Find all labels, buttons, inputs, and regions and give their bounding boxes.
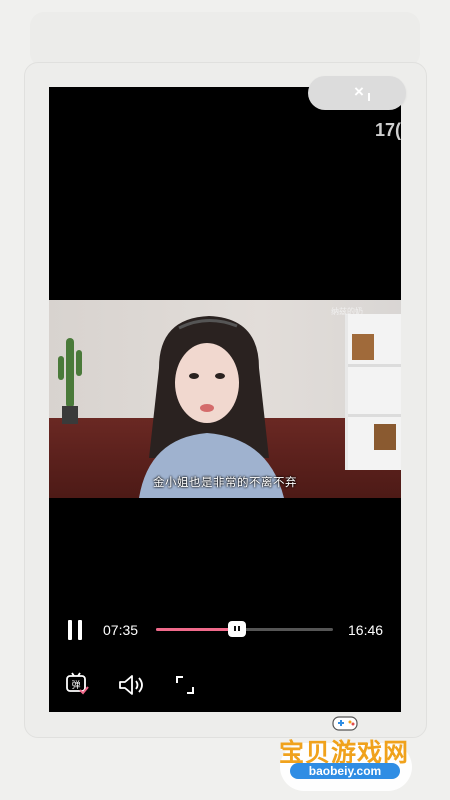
cactus-plant	[58, 338, 82, 424]
progress-fill	[156, 628, 237, 631]
video-frame[interactable]: 纳兹的奶 金小姐也是非常的不离不弃	[49, 300, 401, 498]
background-card-ghost	[30, 12, 420, 67]
danmaku-label: 弹	[71, 679, 80, 691]
uploader-watermark: 纳兹的奶	[331, 307, 363, 316]
video-subtitle: 金小姐也是非常的不离不弃	[153, 477, 297, 489]
ad-countdown: 17(	[375, 120, 402, 140]
site-url: baobeiy.com	[290, 763, 400, 779]
progress-thumb[interactable]	[228, 621, 246, 637]
pause-button[interactable]	[68, 620, 84, 640]
scene-shelf	[345, 314, 401, 470]
presenter	[139, 316, 284, 498]
current-time: 07:35	[103, 622, 139, 638]
danmaku-toggle-icon[interactable]: 弹	[65, 672, 89, 696]
site-logo: 宝贝游戏网 baobeiy.com	[270, 713, 420, 793]
volume-icon[interactable]	[117, 673, 145, 697]
gamepad-icon	[332, 716, 358, 731]
close-separator	[368, 93, 370, 101]
total-time: 16:46	[348, 622, 384, 638]
fullscreen-icon[interactable]	[175, 675, 195, 695]
close-icon[interactable]: ×	[349, 82, 369, 102]
